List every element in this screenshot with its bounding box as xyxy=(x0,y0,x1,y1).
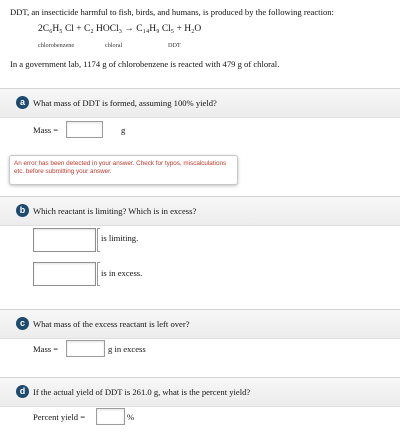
problem-intro-text: DDT, an insecticide harmful to fish, bir… xyxy=(10,7,334,17)
part-b-question: Which reactant is limiting? Which is in … xyxy=(33,206,197,216)
part-c-badge: c xyxy=(16,317,29,330)
part-c-unit: g in excess xyxy=(108,344,146,354)
part-c-mass-label: Mass = xyxy=(33,344,59,354)
part-d-badge: d xyxy=(16,385,29,398)
label-ddt: DDT xyxy=(168,42,181,49)
part-b-badge: b xyxy=(16,204,29,217)
error-message: An error has been detected in your answe… xyxy=(9,155,238,185)
part-a-badge: a xyxy=(16,96,29,109)
label-chloral: chloral xyxy=(105,42,123,49)
limiting-reactant-dropzone[interactable] xyxy=(33,228,96,252)
chemical-equation: 2C₆H₅ Cl + C₂ HOCl₃ → C₁₄H₉ Cl₅ + H₂O xyxy=(38,24,202,34)
part-d-percent-label: Percent yield = xyxy=(33,412,86,422)
excess-label: is in excess. xyxy=(101,268,143,278)
limiting-label: is limiting. xyxy=(101,233,139,243)
equation-labels: chlorobenzene chloral DDT xyxy=(0,42,400,52)
part-a-mass-label: Mass = xyxy=(33,125,59,135)
label-chlorobenzene: chlorobenzene xyxy=(38,42,75,49)
excess-bracket xyxy=(97,262,100,286)
part-d-question: If the actual yield of DDT is 261.0 g, w… xyxy=(33,387,251,397)
excess-reactant-dropzone[interactable] xyxy=(33,262,96,286)
part-a-mass-input[interactable] xyxy=(66,121,103,138)
part-d-percent-input[interactable] xyxy=(96,408,125,425)
part-c-question: What mass of the excess reactant is left… xyxy=(33,319,190,329)
part-a-unit: g xyxy=(121,125,126,135)
lab-statement: In a government lab, 1174 g of chloroben… xyxy=(10,59,280,69)
part-c-mass-input[interactable] xyxy=(66,340,105,357)
part-d-unit: % xyxy=(127,412,135,422)
part-a-question: What mass of DDT is formed, assuming 100… xyxy=(33,98,217,108)
limiting-bracket xyxy=(97,228,100,252)
problem-statement: DDT, an insecticide harmful to fish, bir… xyxy=(10,7,394,18)
